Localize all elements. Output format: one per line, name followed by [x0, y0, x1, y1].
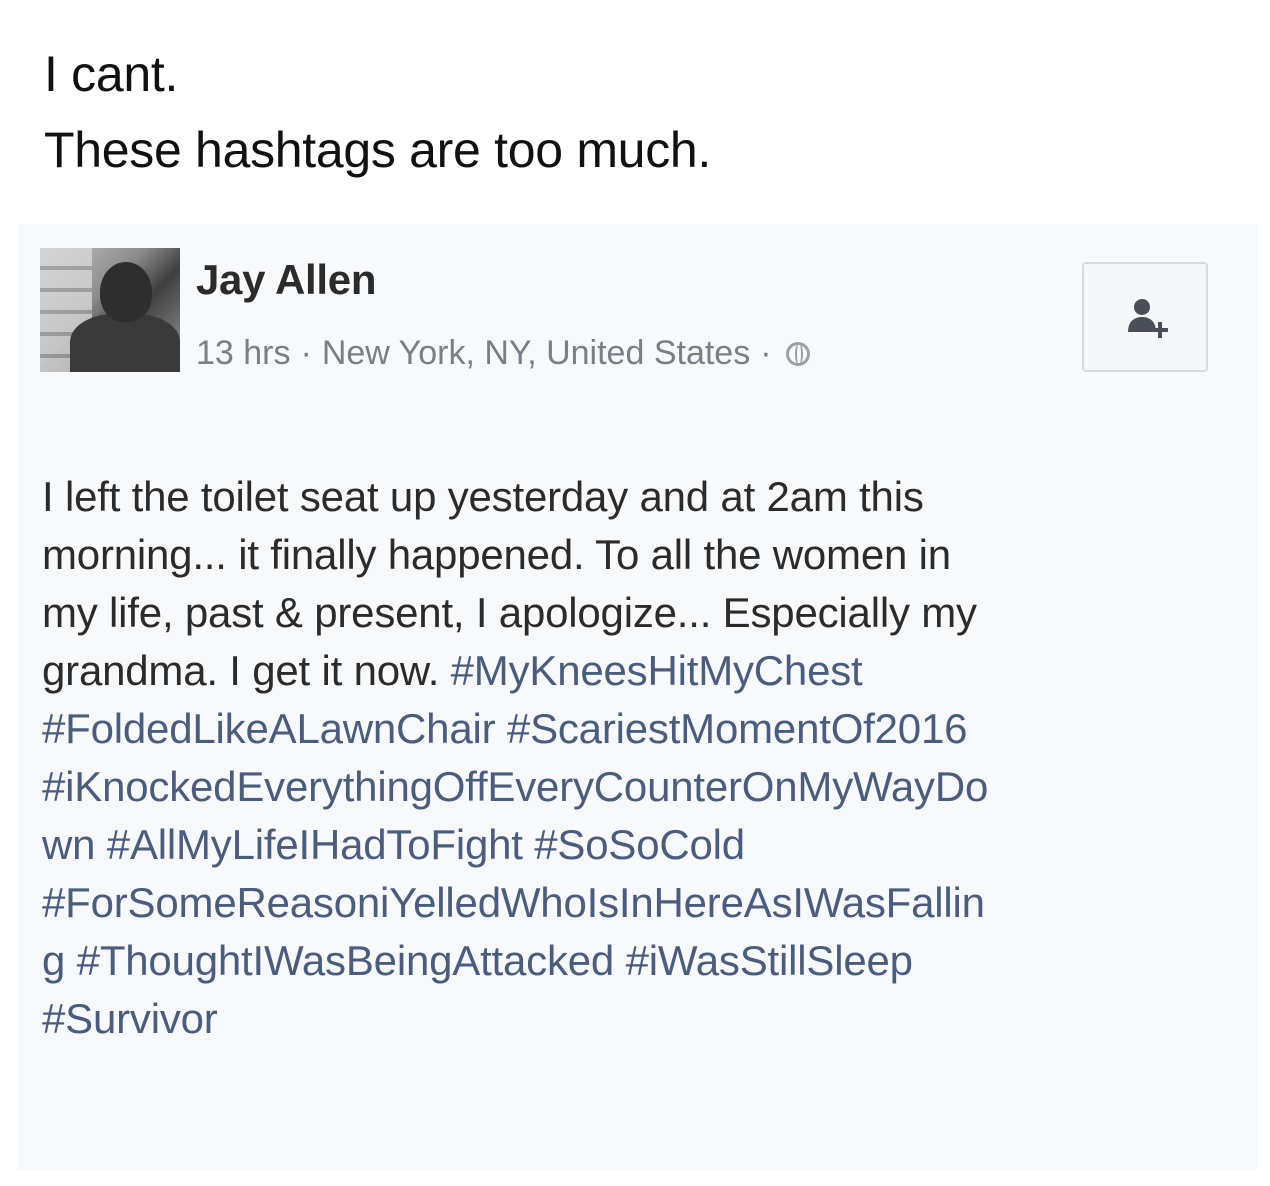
facebook-post: Jay Allen 13 hrs · New York, NY, United …: [18, 224, 1258, 1170]
globe-icon: [785, 341, 810, 366]
post-body: I left the toilet seat up yesterday and …: [42, 468, 1242, 1048]
post-body-line: I left the toilet seat up yesterday and …: [42, 468, 1242, 526]
hashtag-link[interactable]: #MyKneesHitMyChest: [451, 647, 863, 694]
author-name[interactable]: Jay Allen: [196, 256, 376, 304]
hashtag-link[interactable]: #Survivor: [42, 995, 218, 1042]
hashtag-link[interactable]: #AllMyLifeIHadToFight: [107, 821, 523, 868]
hashtag-link[interactable]: #ForSomeReasoniYelledWhoIsInHereAsIWasFa…: [42, 879, 985, 926]
post-location[interactable]: New York, NY, United States: [322, 334, 750, 373]
post-text: [495, 705, 506, 752]
post-text: grandma. I get it now.: [42, 647, 451, 694]
post-text: I left the toilet seat up yesterday and …: [42, 473, 924, 520]
post-body-line: #FoldedLikeALawnChair #ScariestMomentOf2…: [42, 700, 1242, 758]
hashtag-link[interactable]: #FoldedLikeALawnChair: [42, 705, 496, 752]
hashtag-link[interactable]: #SoSoCold: [534, 821, 745, 868]
post-text: [65, 937, 76, 984]
post-body-line: grandma. I get it now. #MyKneesHitMyChes…: [42, 642, 1242, 700]
post-body-line: morning... it finally happened. To all t…: [42, 526, 1242, 584]
post-text: my life, past & present, I apologize... …: [42, 589, 977, 636]
post-body-line: #ForSomeReasoniYelledWhoIsInHereAsIWasFa…: [42, 874, 1242, 932]
hashtag-link[interactable]: g: [42, 937, 65, 984]
avatar-figure-body: [70, 314, 180, 372]
meta-separator: ·: [760, 334, 772, 372]
post-body-line: #Survivor: [42, 990, 1242, 1048]
post-time[interactable]: 13 hrs: [196, 334, 291, 373]
caption-line-2: These hashtags are too much.: [44, 122, 711, 178]
post-text: [95, 821, 106, 868]
post-body-line: g #ThoughtIWasBeingAttacked #iWasStillSl…: [42, 932, 1242, 990]
author-avatar[interactable]: [40, 248, 180, 372]
post-text: [614, 937, 625, 984]
caption-line-1: I cant.: [44, 46, 179, 102]
post-body-line: #iKnockedEverythingOffEveryCounterOnMyWa…: [42, 758, 1242, 816]
meta-separator: ·: [300, 334, 312, 372]
post-body-line: wn #AllMyLifeIHadToFight #SoSoCold: [42, 816, 1242, 874]
hashtag-link[interactable]: #iKnockedEverythingOffEveryCounterOnMyWa…: [42, 763, 988, 810]
post-body-line: my life, past & present, I apologize... …: [42, 584, 1242, 642]
hashtag-link[interactable]: #ScariestMomentOf2016: [507, 705, 968, 752]
add-friend-icon: [1128, 299, 1168, 338]
meme-caption: I cant. These hashtags are too much.: [44, 42, 711, 182]
post-meta: 13 hrs · New York, NY, United States ·: [196, 334, 810, 373]
add-friend-button[interactable]: [1082, 262, 1208, 372]
hashtag-link[interactable]: #iWasStillSleep: [626, 937, 913, 984]
post-text: [523, 821, 534, 868]
post-text: morning... it finally happened. To all t…: [42, 531, 951, 578]
hashtag-link[interactable]: #ThoughtIWasBeingAttacked: [77, 937, 615, 984]
hashtag-link[interactable]: wn: [42, 821, 95, 868]
avatar-figure-head: [100, 262, 152, 322]
